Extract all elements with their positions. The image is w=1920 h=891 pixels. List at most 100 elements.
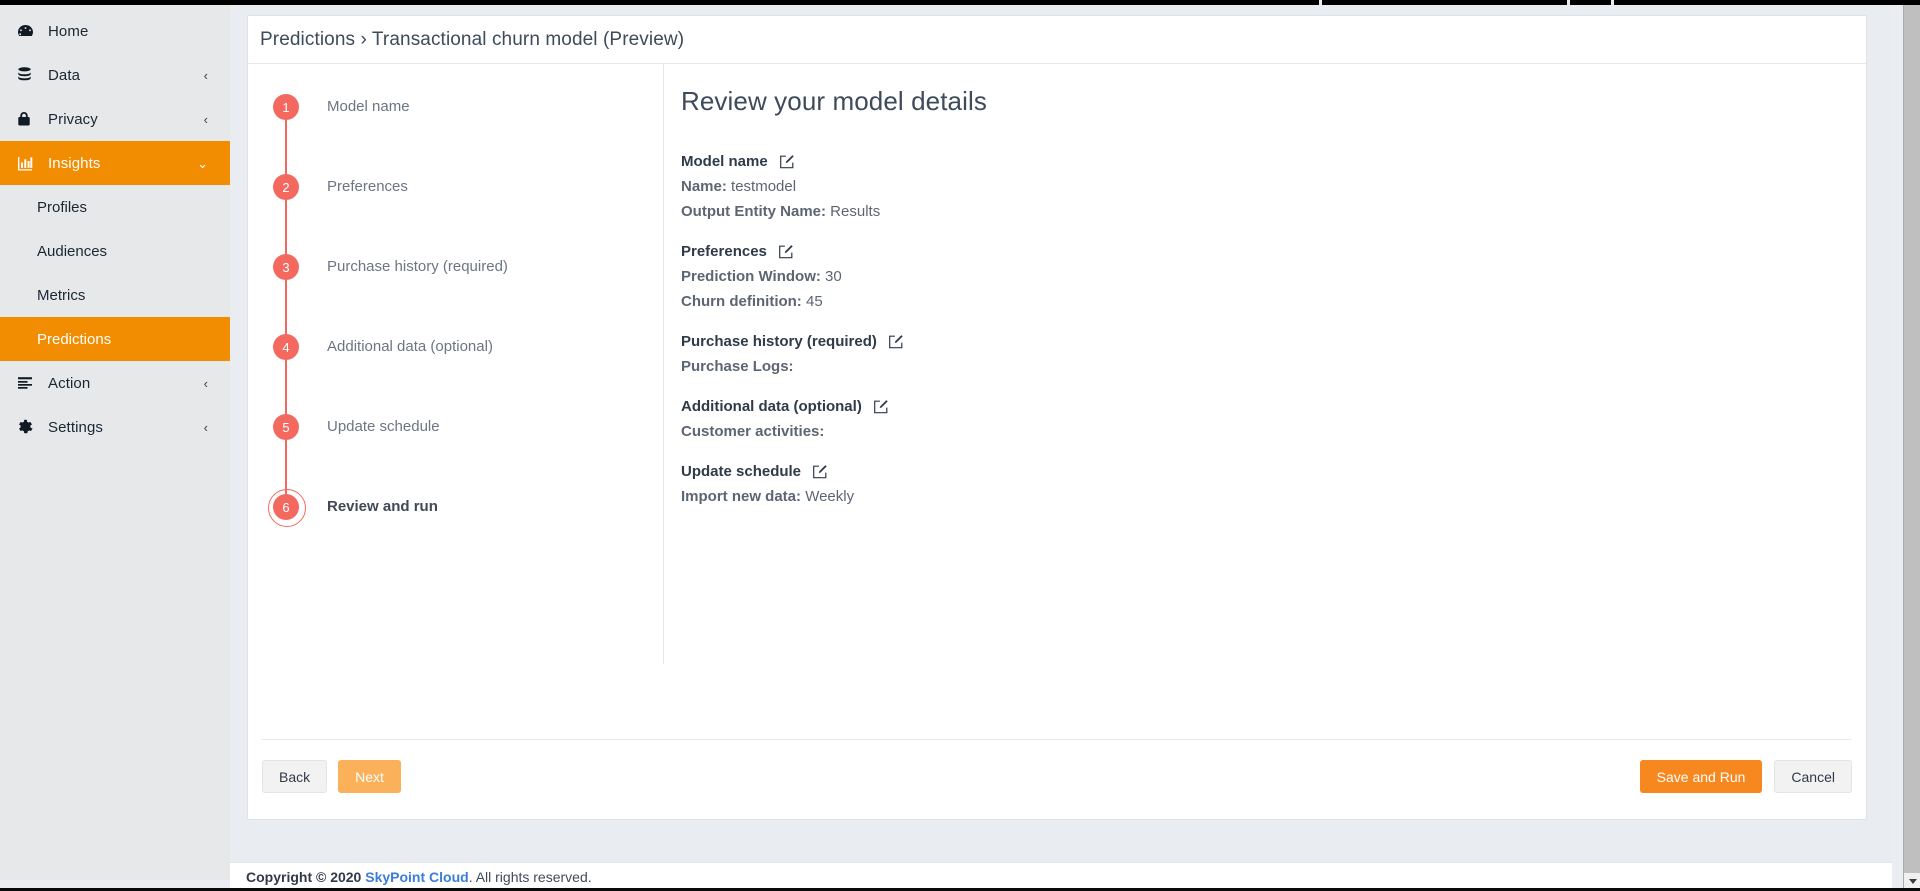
section-line: Customer activities:	[681, 423, 1866, 440]
step-number-badge: 6	[268, 489, 306, 527]
lock-icon	[17, 110, 39, 128]
step-number-badge: 1	[273, 94, 299, 120]
sidebar-item-metrics[interactable]: Metrics	[0, 273, 230, 317]
page-title: Review your model details	[681, 86, 987, 116]
content-card: Predictions › Transactional churn model …	[247, 15, 1867, 820]
sidebar-sub-label: Profiles	[37, 198, 88, 216]
step-label: Update schedule	[327, 418, 440, 435]
sidebar-item-settings[interactable]: Settings ‹	[0, 405, 230, 449]
section-heading-text: Preferences	[681, 243, 767, 260]
section-line: Import new data: Weekly	[681, 488, 1866, 505]
step-review-and-run[interactable]: 6 Review and run	[260, 489, 663, 574]
edit-pencil-icon[interactable]	[778, 244, 794, 260]
section-line: Output Entity Name: Results	[681, 203, 1866, 220]
step-label: Purchase history (required)	[327, 258, 508, 275]
section-line-value: Weekly	[805, 488, 855, 505]
sidebar-sub-label: Predictions	[37, 330, 112, 348]
wizard-stepper: 1 Model name 2 Preferences 3 Purchase hi…	[248, 64, 663, 754]
sidebar-sub-label: Audiences	[37, 242, 108, 260]
edit-pencil-icon[interactable]	[812, 464, 828, 480]
section-line-key: Prediction Window:	[681, 268, 821, 285]
section-line-value: Results	[830, 203, 881, 220]
section-line-value: 30	[825, 268, 842, 285]
chevron-left-icon: ‹	[203, 67, 208, 83]
section-line-value: testmodel	[731, 178, 797, 195]
chevron-left-icon: ‹	[203, 111, 208, 127]
section-heading-text: Purchase history (required)	[681, 333, 877, 350]
sidebar: Home Data ‹ Privacy ‹ Insights ⌄ Profile…	[0, 5, 230, 880]
step-label: Preferences	[327, 178, 408, 195]
sidebar-item-action[interactable]: Action ‹	[0, 361, 230, 405]
sidebar-item-insights[interactable]: Insights ⌄	[0, 141, 230, 185]
main-area: Predictions › Transactional churn model …	[230, 5, 1892, 880]
step-additional-data[interactable]: 4 Additional data (optional)	[260, 334, 663, 427]
step-label: Additional data (optional)	[327, 338, 493, 355]
chevron-down-icon: ⌄	[197, 155, 208, 171]
skypoint-cloud-link[interactable]: SkyPoint Cloud	[365, 869, 468, 885]
sidebar-item-privacy[interactable]: Privacy ‹	[0, 97, 230, 141]
step-preferences[interactable]: 2 Preferences	[260, 174, 663, 267]
section-line-key: Churn definition:	[681, 293, 802, 310]
sidebar-item-predictions[interactable]: Predictions	[0, 317, 230, 361]
step-purchase-history[interactable]: 3 Purchase history (required)	[260, 254, 663, 347]
review-section-update-schedule: Update schedule Import new data: Weekly	[681, 463, 1866, 505]
next-button[interactable]: Next	[338, 760, 401, 793]
section-line: Churn definition: 45	[681, 293, 1866, 310]
section-heading: Model name	[681, 153, 1866, 170]
breadcrumb-text: Predictions › Transactional churn model …	[260, 28, 685, 50]
breadcrumb[interactable]: Predictions › Transactional churn model …	[248, 16, 1866, 64]
dashboard-icon	[17, 22, 39, 40]
chevron-left-icon: ‹	[203, 375, 208, 391]
review-section-additional-data: Additional data (optional) Customer acti…	[681, 398, 1866, 440]
sidebar-item-data[interactable]: Data ‹	[0, 53, 230, 97]
section-line-value: 45	[805, 293, 823, 310]
page-footer: Copyright © 2020 SkyPoint Cloud . All ri…	[230, 862, 1892, 891]
save-and-run-button[interactable]: Save and Run	[1639, 760, 1763, 793]
bar-chart-icon	[17, 154, 39, 172]
database-icon	[17, 66, 39, 84]
sidebar-item-profiles[interactable]: Profiles	[0, 185, 230, 229]
step-model-name[interactable]: 1 Model name	[260, 94, 663, 187]
section-line-key: Name:	[681, 178, 727, 195]
sidebar-item-audiences[interactable]: Audiences	[0, 229, 230, 273]
cancel-button[interactable]: Cancel	[1774, 760, 1852, 793]
sidebar-item-label: Data	[48, 66, 81, 84]
app-root: Home Data ‹ Privacy ‹ Insights ⌄ Profile…	[0, 0, 1920, 891]
sidebar-sub-label: Metrics	[37, 286, 86, 304]
section-line: Purchase Logs:	[681, 358, 1866, 375]
section-heading: Update schedule	[681, 463, 1866, 480]
rights-text: . All rights reserved.	[468, 869, 592, 885]
section-line-key: Purchase Logs:	[681, 358, 794, 375]
back-button[interactable]: Back	[262, 760, 328, 793]
step-number-badge: 4	[273, 334, 299, 360]
edit-pencil-icon[interactable]	[888, 334, 904, 350]
section-heading: Purchase history (required)	[681, 333, 1866, 350]
review-section-preferences: Preferences Prediction Window: 30 Churn …	[681, 243, 1866, 310]
edit-pencil-icon[interactable]	[779, 154, 795, 170]
sidebar-item-label: Privacy	[48, 110, 98, 128]
section-heading: Additional data (optional)	[681, 398, 1866, 415]
section-line-key: Customer activities:	[681, 423, 825, 440]
section-line-key: Import new data:	[681, 488, 802, 505]
copyright-text: Copyright © 2020	[246, 869, 362, 885]
wizard-footer: Back Next Save and Run Cancel	[262, 739, 1852, 793]
page-scrollbar[interactable]	[1903, 5, 1920, 891]
step-label: Review and run	[327, 498, 438, 515]
section-line-key: Output Entity Name:	[681, 203, 826, 220]
wizard-body: 1 Model name 2 Preferences 3 Purchase hi…	[248, 64, 1866, 754]
chevron-left-icon: ‹	[203, 419, 208, 435]
sidebar-item-label: Action	[48, 374, 91, 392]
sidebar-item-home[interactable]: Home	[0, 9, 230, 53]
scroll-down-arrow-icon[interactable]	[1904, 873, 1920, 889]
section-heading-text: Model name	[681, 153, 768, 170]
step-label: Model name	[327, 98, 410, 115]
sidebar-item-label: Insights	[48, 154, 101, 172]
section-heading-text: Update schedule	[681, 463, 802, 480]
section-line: Name: testmodel	[681, 178, 1866, 195]
edit-pencil-icon[interactable]	[873, 399, 889, 415]
section-heading-text: Additional data (optional)	[681, 398, 862, 415]
sidebar-item-label: Settings	[48, 418, 103, 436]
review-section-purchase-history: Purchase history (required) Purchase Log…	[681, 333, 1866, 375]
step-update-schedule[interactable]: 5 Update schedule	[260, 414, 663, 507]
sidebar-item-label: Home	[48, 22, 89, 40]
